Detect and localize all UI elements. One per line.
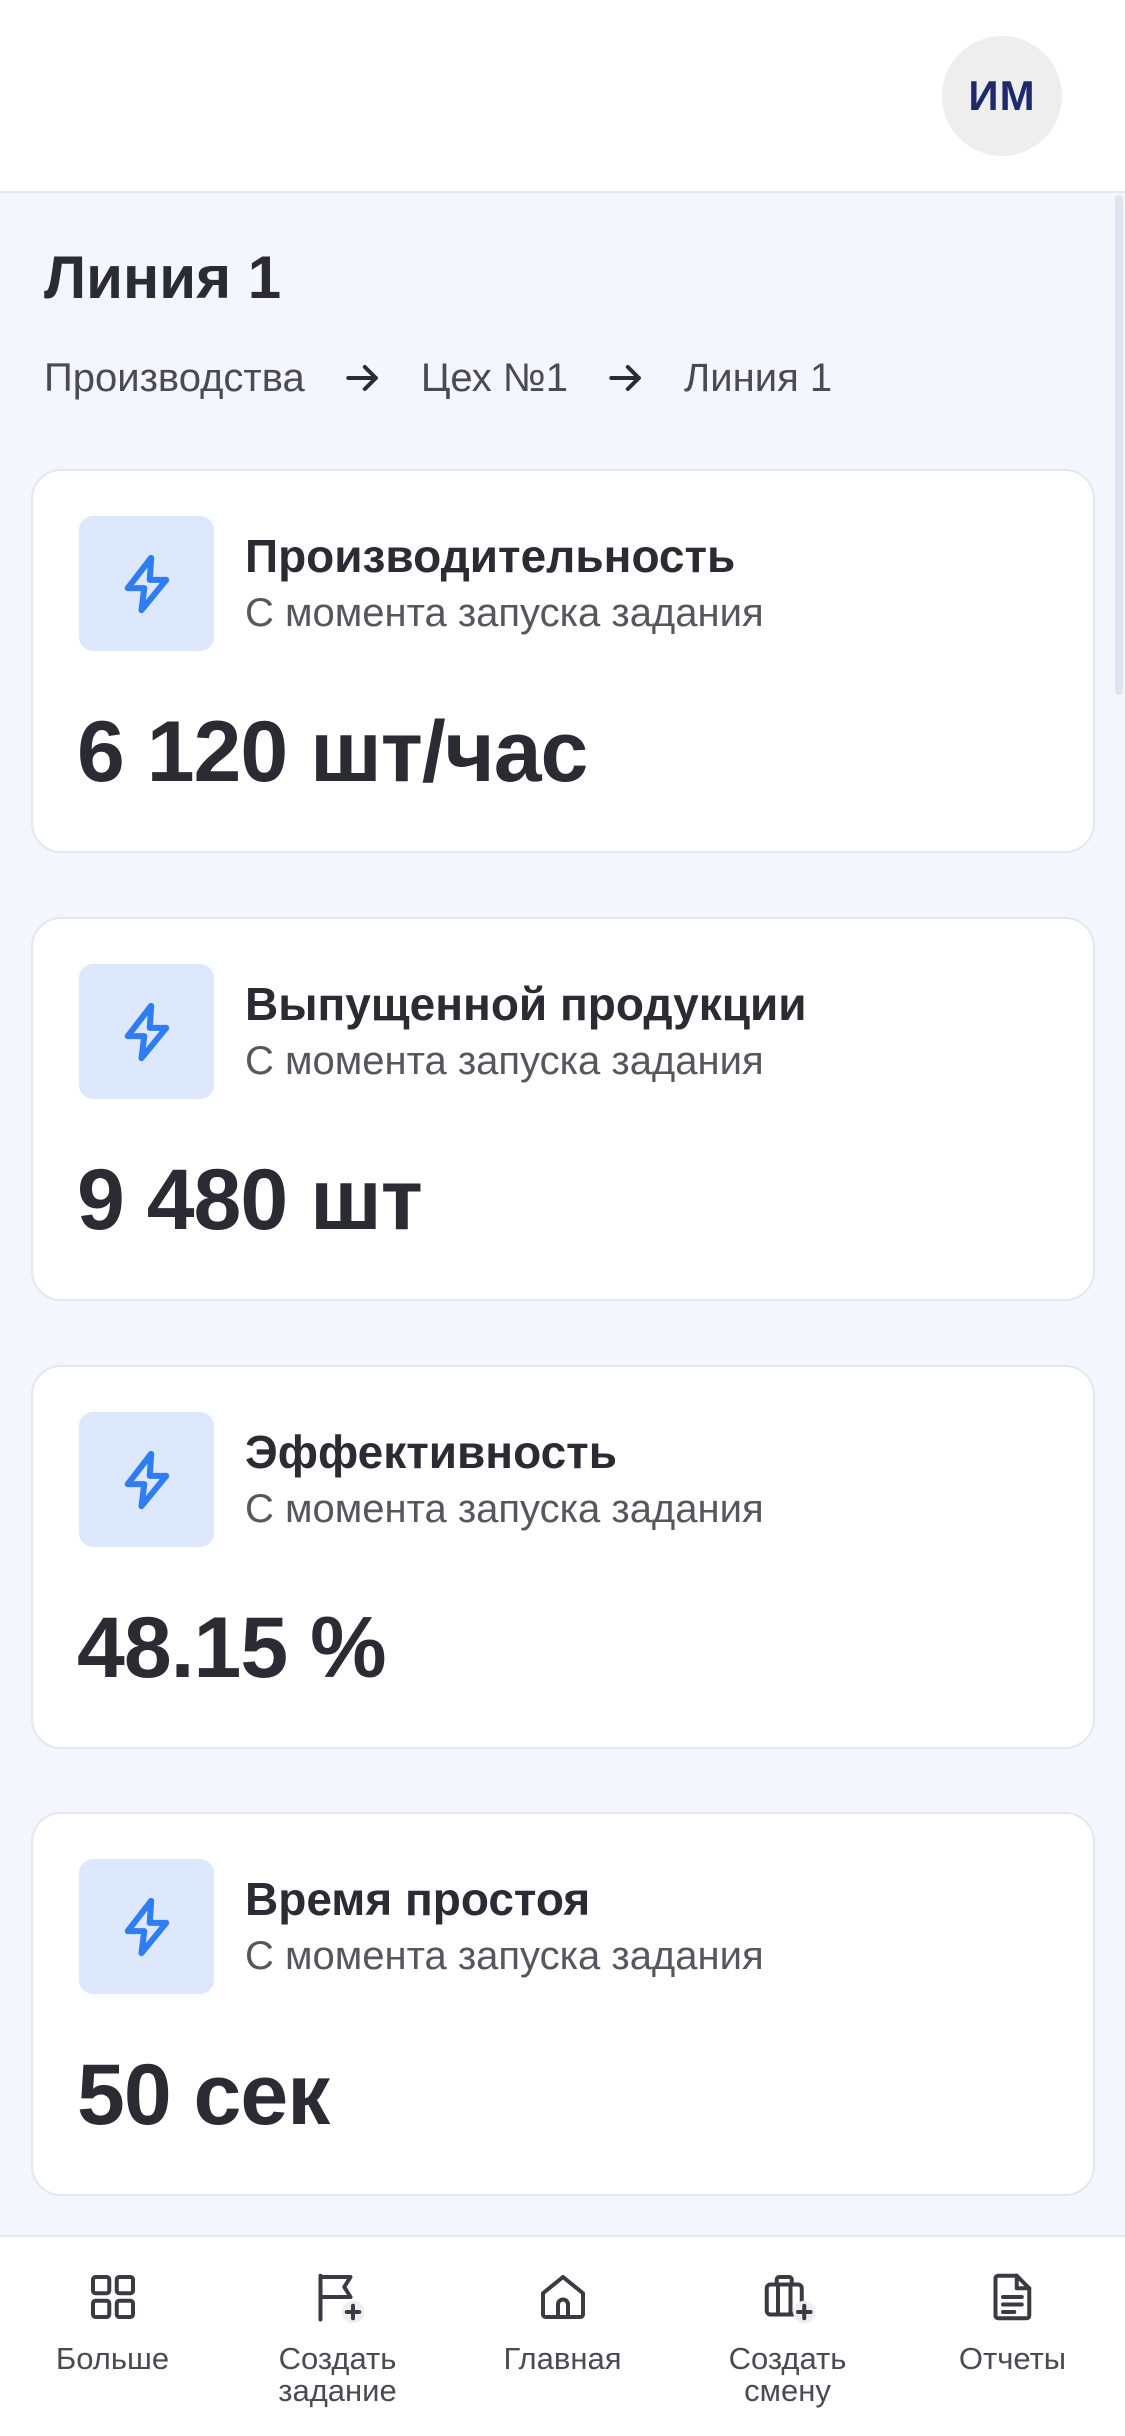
card-subtitle: С момента запуска задания [245, 1934, 764, 1978]
breadcrumb-item-productions[interactable]: Производства [44, 356, 305, 401]
card-icon-box [79, 1859, 214, 1994]
home-icon [540, 2275, 585, 2319]
card-title: Выпущенной продукции [245, 978, 807, 1030]
metric-card-output[interactable]: Выпущенной продукции С момента запуска з… [31, 917, 1095, 1301]
avatar[interactable]: ИМ [942, 36, 1062, 156]
card-title: Время простоя [245, 1873, 591, 1925]
lightning-icon [124, 1897, 169, 1956]
nav-item-home[interactable]: Главная [450, 2237, 675, 2436]
card-title: Производительность [245, 530, 736, 582]
card-icon-box [79, 964, 214, 1099]
scrollbar[interactable] [1115, 195, 1123, 695]
nav-item-reports[interactable]: Отчеты [900, 2237, 1125, 2436]
nav-label: Главная [503, 2341, 622, 2376]
metric-card-productivity[interactable]: Производительность С момента запуска зад… [31, 469, 1095, 853]
lightning-icon [124, 1002, 169, 1061]
document-icon [993, 2273, 1031, 2321]
nav-label: Создать задание [278, 2341, 397, 2408]
flag-plus-icon [318, 2273, 364, 2324]
arrow-right-icon [346, 364, 378, 392]
lightning-icon [124, 1450, 169, 1509]
briefcase-plus-icon [764, 2275, 815, 2324]
nav-label: Больше [55, 2341, 170, 2376]
nav-label: Создать смену [728, 2341, 847, 2408]
breadcrumb-item-workshop[interactable]: Цех №1 [421, 356, 568, 401]
grid-icon [90, 2275, 135, 2319]
bottom-nav: Больше Создать задание Главная Создать с… [0, 2235, 1125, 2436]
card-value: 9 480 шт [77, 1152, 423, 1248]
metric-card-downtime[interactable]: Время простоя С момента запуска задания … [31, 1812, 1095, 2196]
card-title: Эффективность [245, 1426, 617, 1478]
card-value: 6 120 шт/час [77, 704, 588, 800]
card-value: 50 сек [77, 2047, 330, 2143]
top-header: ИМ [0, 0, 1125, 193]
nav-item-create-shift[interactable]: Создать смену [675, 2237, 900, 2436]
breadcrumb: Производства Цех №1 Линия 1 [44, 348, 832, 408]
arrow-right-icon [609, 364, 641, 392]
nav-item-create-task[interactable]: Создать задание [225, 2237, 450, 2436]
main-content[interactable]: Линия 1 Производства Цех №1 Линия 1 Прои… [0, 193, 1125, 2235]
breadcrumb-item-line: Линия 1 [684, 355, 833, 400]
card-subtitle: С момента запуска задания [245, 1487, 764, 1531]
metric-card-efficiency[interactable]: Эффективность С момента запуска задания … [31, 1365, 1095, 1749]
card-subtitle: С момента запуска задания [245, 591, 764, 635]
card-subtitle: С момента запуска задания [245, 1039, 764, 1083]
lightning-icon [124, 554, 169, 613]
card-icon-box [79, 1412, 214, 1547]
nav-label: Отчеты [958, 2341, 1067, 2376]
card-icon-box [79, 516, 214, 651]
card-value: 48.15 % [77, 1600, 387, 1696]
page-title: Линия 1 [44, 244, 282, 311]
nav-item-more[interactable]: Больше [0, 2237, 225, 2436]
